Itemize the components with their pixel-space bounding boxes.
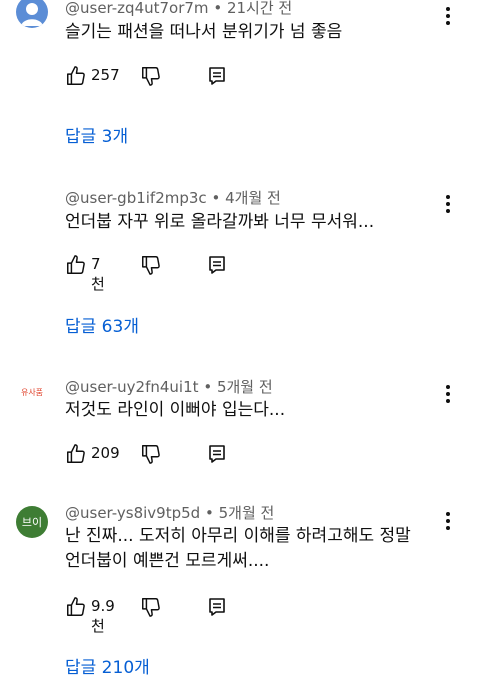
avatar[interactable]: 유사품: [16, 376, 48, 408]
thumb-down-icon[interactable]: [140, 254, 162, 276]
separator-dot: •: [213, 0, 223, 17]
avatar-text: 유사품: [21, 388, 43, 397]
thumb-down-icon[interactable]: [140, 596, 162, 618]
comment-meta: @user-uy2fn4ui1t • 5개월 전: [65, 376, 273, 397]
avatar-text: 브이: [22, 516, 42, 529]
comment-line: 저것도 라인이 이뻐야 입는다...: [65, 400, 286, 420]
avatar[interactable]: [16, 0, 48, 28]
more-vert-icon[interactable]: [438, 383, 458, 405]
like-count: 209: [91, 444, 120, 462]
thumb-down-icon[interactable]: [140, 65, 162, 87]
comment-meta: @user-gb1if2mp3c • 4개월 전: [65, 187, 281, 208]
thumb-up-icon[interactable]: [65, 443, 87, 465]
reply-icon[interactable]: [207, 254, 227, 276]
reply-icon[interactable]: [207, 443, 227, 465]
replies-link[interactable]: 답글 210개: [65, 653, 150, 678]
reply-icon[interactable]: [207, 596, 227, 618]
separator-dot: •: [203, 378, 213, 396]
thumb-up-icon[interactable]: [65, 254, 87, 276]
comment-line: 난 진짜... 도저히 아무리 이해를 하려고해도 정말: [65, 526, 411, 546]
comment-meta: @user-ys8iv9tp5d • 5개월 전: [65, 502, 274, 523]
separator-dot: •: [211, 189, 221, 207]
comment-text: 저것도 라인이 이뻐야 입는다...: [65, 398, 285, 423]
like-count: 257: [91, 66, 120, 84]
comment-time: 4개월 전: [225, 189, 281, 207]
comment-author[interactable]: @user-gb1if2mp3c: [65, 189, 207, 207]
avatar[interactable]: 브이: [16, 506, 48, 538]
comment-time: 5개월 전: [216, 378, 273, 396]
comment-author[interactable]: @user-zq4ut7or7m: [65, 0, 209, 17]
more-vert-icon[interactable]: [438, 5, 458, 27]
thumb-up-icon[interactable]: [65, 596, 87, 618]
replies-link[interactable]: 답글 3개: [65, 122, 128, 147]
like-count: 7천: [91, 255, 105, 293]
thumb-down-icon[interactable]: [140, 443, 162, 465]
like-count: 9.9천: [91, 597, 115, 635]
default-avatar-icon: [21, 3, 43, 26]
comment-meta: @user-zq4ut7or7m • 21시간 전: [65, 0, 292, 18]
replies-link[interactable]: 답글 63개: [65, 312, 139, 337]
comment-time: 21시간 전: [226, 0, 293, 17]
comment-text: 언더붑 자꾸 위로 올라갈까봐 너무 무서워...: [65, 210, 374, 235]
comment-text: 슬기는 패션을 떠나서 분위기가 넘 좋음: [65, 20, 342, 45]
comment-time: 5개월 전: [218, 504, 275, 522]
reply-icon[interactable]: [207, 65, 227, 87]
more-vert-icon[interactable]: [438, 510, 458, 532]
separator-dot: •: [204, 504, 214, 522]
comment-line: 언더붑이 예쁜건 모르게써....: [65, 551, 270, 571]
comment-line: 슬기는 패션을 떠나서 분위기가 넘 좋음: [65, 22, 343, 42]
comment-author[interactable]: @user-uy2fn4ui1t: [65, 378, 199, 396]
thumb-up-icon[interactable]: [65, 65, 87, 87]
comment-author[interactable]: @user-ys8iv9tp5d: [65, 504, 200, 522]
comment-line: 언더붑 자꾸 위로 올라갈까봐 너무 무서워...: [65, 212, 375, 232]
comment-text: 난 진짜... 도저히 아무리 이해를 하려고해도 정말 언더붑이 예쁜건 모르…: [65, 524, 411, 574]
more-vert-icon[interactable]: [438, 193, 458, 215]
